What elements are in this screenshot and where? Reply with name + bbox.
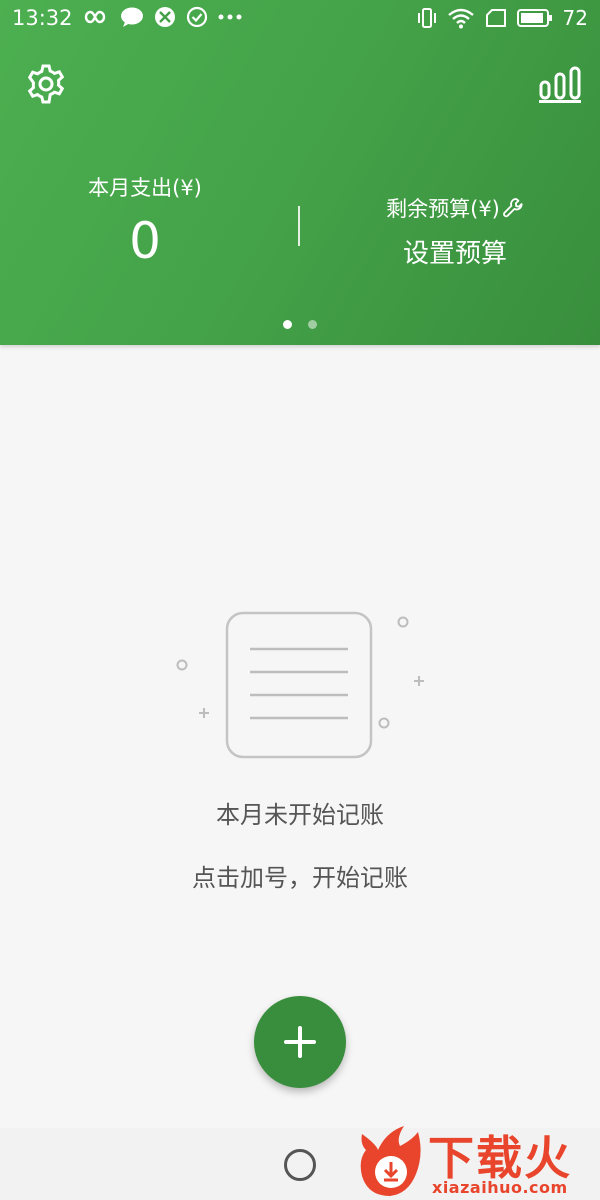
more-dots-icon — [218, 14, 242, 20]
summary-header: 13:32 72 本月支出(¥) 0 剩余预算(¥) 设置预算 — [0, 0, 600, 345]
summary-divider — [298, 206, 300, 246]
wrench-icon — [503, 198, 523, 218]
set-budget-button[interactable]: 设置预算 — [310, 233, 600, 270]
gear-icon — [27, 64, 65, 104]
page-indicator — [0, 320, 600, 329]
chat-bubble-icon — [121, 7, 143, 27]
remaining-budget: 剩余预算(¥) 设置预算 — [310, 193, 600, 270]
expense-label: 本月支出(¥) — [88, 176, 202, 200]
plus-icon — [284, 1026, 316, 1058]
flame-logo-icon — [360, 1126, 421, 1196]
bar-chart-icon — [539, 66, 581, 103]
page-dot-active — [283, 320, 292, 329]
empty-notebook-illustration — [176, 611, 424, 759]
add-record-button[interactable] — [254, 996, 346, 1088]
status-bar: 13:32 72 — [0, 0, 600, 38]
sim-icon — [485, 9, 506, 27]
statistics-button[interactable] — [538, 64, 582, 104]
check-circle-icon — [186, 6, 208, 28]
budget-label-row: 剩余预算(¥) — [386, 193, 524, 223]
status-time: 13:32 — [12, 6, 73, 30]
empty-state-title: 本月未开始记账 — [216, 801, 384, 829]
home-button[interactable] — [284, 1149, 316, 1181]
share-icon — [155, 7, 175, 27]
budget-label: 剩余预算(¥) — [386, 197, 500, 221]
watermark-url: xiazaihuo.com — [432, 1178, 568, 1197]
vibrate-icon — [417, 8, 436, 28]
empty-state-hint: 点击加号，开始记账 — [192, 864, 408, 892]
app-screen: 13:32 72 本月支出(¥) 0 剩余预算(¥) 设置预算 本月未开始记账 … — [0, 0, 600, 1200]
watermark: 下载火 xiazaihuo.com — [352, 1122, 600, 1200]
infinity-icon — [84, 10, 106, 24]
monthly-expense: 本月支出(¥) 0 — [0, 172, 290, 270]
settings-button[interactable] — [24, 62, 68, 106]
page-dot[interactable] — [308, 320, 317, 329]
battery-icon — [516, 9, 552, 27]
expense-amount: 0 — [129, 212, 161, 270]
battery-percent: 72 — [562, 6, 588, 30]
wifi-icon — [447, 8, 474, 29]
